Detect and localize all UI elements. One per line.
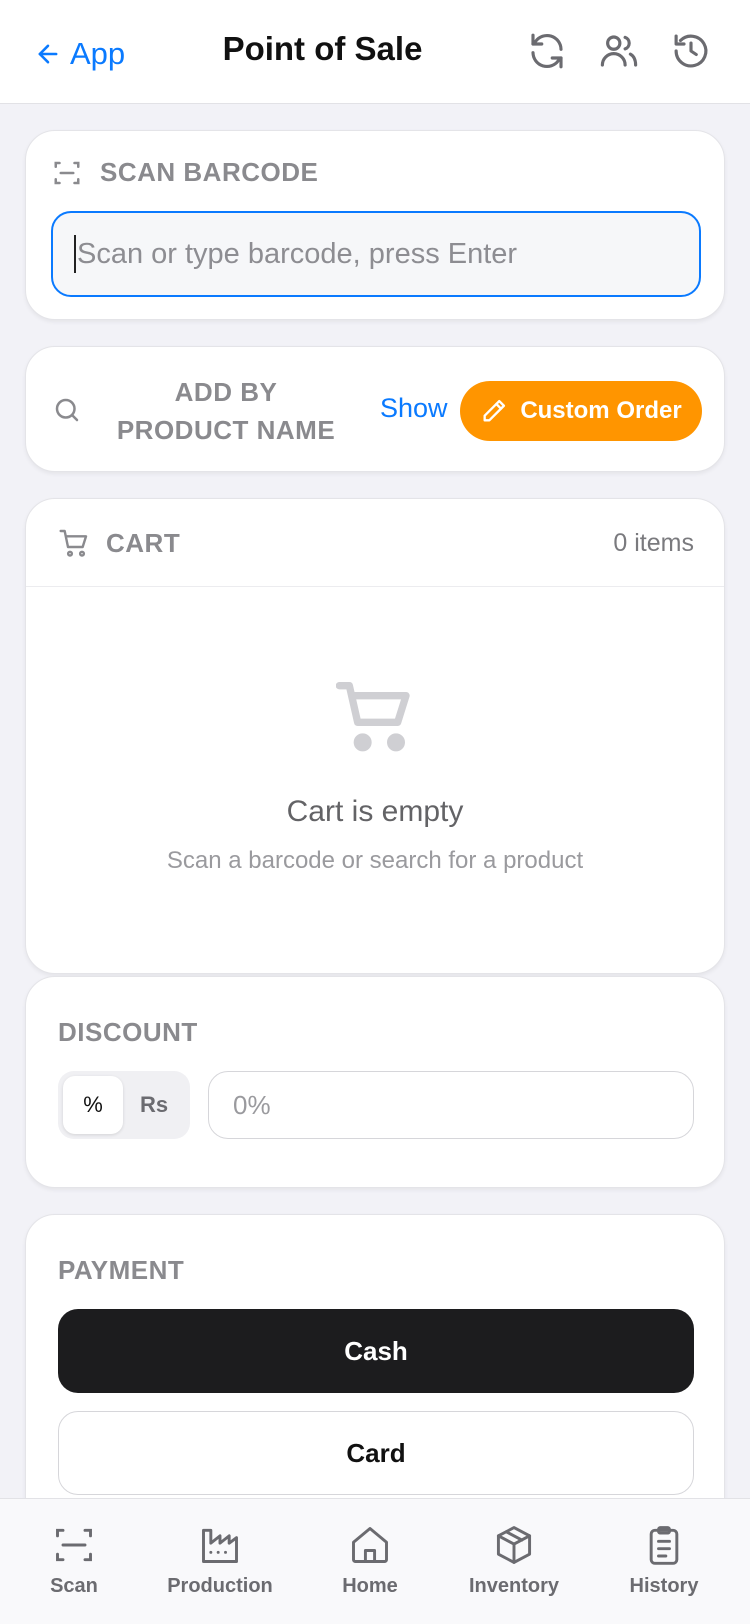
bottom-tab-bar: Scan Production Home Inventory History bbox=[0, 1498, 750, 1624]
cart-card: CART 0 items Cart is empty Scan a barcod… bbox=[25, 498, 725, 974]
box-icon bbox=[496, 1526, 532, 1564]
cash-button[interactable]: Cash bbox=[58, 1309, 694, 1393]
show-products-link[interactable]: Show bbox=[380, 393, 448, 424]
tab-home[interactable]: Home bbox=[300, 1523, 440, 1598]
discount-label: DISCOUNT bbox=[58, 1017, 198, 1047]
factory-icon bbox=[202, 1528, 238, 1563]
tab-inventory[interactable]: Inventory bbox=[444, 1523, 584, 1598]
scan-icon bbox=[56, 1528, 92, 1562]
users-icon[interactable] bbox=[598, 30, 640, 72]
tab-label: Scan bbox=[50, 1575, 98, 1597]
tab-production[interactable]: Production bbox=[150, 1523, 290, 1598]
custom-order-label: Custom Order bbox=[520, 397, 682, 424]
add-product-label: ADD BY PRODUCT NAME bbox=[116, 377, 336, 445]
pencil-icon bbox=[483, 399, 506, 422]
tab-history[interactable]: History bbox=[594, 1523, 734, 1598]
rupees-option[interactable]: Rs bbox=[124, 1076, 184, 1134]
refresh-icon[interactable] bbox=[526, 30, 568, 72]
custom-order-button[interactable]: Custom Order bbox=[460, 381, 702, 441]
empty-cart-title: Cart is empty bbox=[286, 795, 464, 828]
barcode-input[interactable] bbox=[51, 211, 701, 297]
cart-header: CART 0 items bbox=[26, 499, 724, 587]
discount-card: DISCOUNT % Rs bbox=[25, 976, 725, 1188]
empty-cart-subtitle: Scan a barcode or search for a product bbox=[166, 847, 584, 874]
tab-scan[interactable]: Scan bbox=[4, 1523, 144, 1598]
empty-cart-icon bbox=[336, 682, 410, 752]
tab-label: Production bbox=[167, 1575, 273, 1597]
scan-barcode-card: SCAN BARCODE bbox=[25, 130, 725, 320]
percent-option[interactable]: % bbox=[63, 1076, 123, 1134]
tab-label: Inventory bbox=[468, 1575, 560, 1597]
card-button[interactable]: Card bbox=[58, 1411, 694, 1495]
tab-label: History bbox=[629, 1575, 699, 1597]
home-icon bbox=[352, 1527, 388, 1563]
text-caret bbox=[74, 235, 76, 273]
scan-header: SCAN BARCODE bbox=[52, 157, 318, 188]
add-product-card: ADD BY PRODUCT NAME Show Custom Order bbox=[25, 346, 725, 472]
barcode-scan-icon bbox=[54, 161, 80, 184]
tab-label: Home bbox=[342, 1575, 398, 1597]
scan-label: SCAN BARCODE bbox=[100, 157, 319, 187]
cart-label: CART bbox=[106, 527, 181, 558]
discount-input[interactable] bbox=[208, 1071, 694, 1139]
cart-item-count: 0 items bbox=[613, 529, 694, 557]
cart-icon bbox=[59, 529, 88, 557]
top-header: App Point of Sale bbox=[0, 0, 750, 104]
clipboard-icon bbox=[649, 1526, 679, 1565]
payment-label: PAYMENT bbox=[58, 1255, 185, 1285]
history-icon[interactable] bbox=[670, 30, 712, 72]
discount-type-toggle: % Rs bbox=[58, 1071, 190, 1139]
search-icon bbox=[55, 398, 79, 422]
